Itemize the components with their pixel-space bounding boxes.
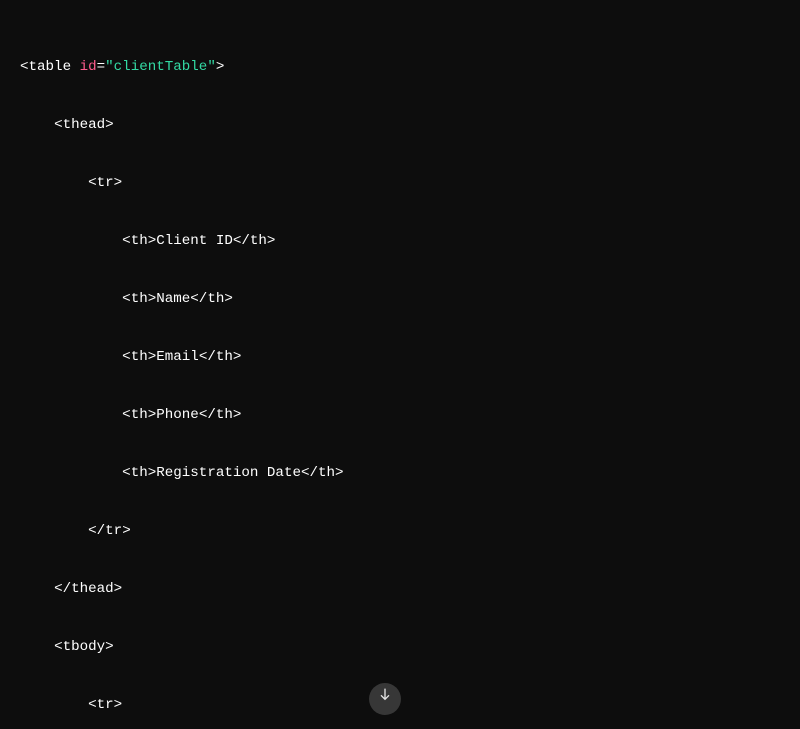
code-line: <thead> <box>20 111 780 140</box>
tag-th: th <box>131 233 148 249</box>
text-reg-date: Registration Date <box>156 465 301 481</box>
tag-thead: thead <box>63 117 106 133</box>
code-line: <th>Client ID</th> <box>20 227 780 256</box>
text-email: Email <box>156 349 199 365</box>
code-line: <th>Email</th> <box>20 343 780 372</box>
text-name: Name <box>156 291 190 307</box>
code-line: <th>Phone</th> <box>20 401 780 430</box>
code-line: <th>Name</th> <box>20 285 780 314</box>
scroll-down-button[interactable] <box>369 683 401 715</box>
code-line: </tr> <box>20 517 780 546</box>
attr-id: id <box>80 59 97 75</box>
text-client-id: Client ID <box>156 233 233 249</box>
arrow-down-icon <box>377 685 393 714</box>
code-line: <tbody> <box>20 633 780 662</box>
code-line: <tr> <box>20 169 780 198</box>
text-phone: Phone <box>156 407 199 423</box>
code-line: <th>Registration Date</th> <box>20 459 780 488</box>
tag-table: table <box>29 59 72 75</box>
val-clientTable: "clientTable" <box>105 59 216 75</box>
code-line: <table id="clientTable"> <box>20 53 780 82</box>
code-line: </thead> <box>20 575 780 604</box>
code-block[interactable]: <table id="clientTable"> <thead> <tr> <t… <box>0 0 800 729</box>
tag-tr: tr <box>97 175 114 191</box>
tag-tbody: tbody <box>63 639 106 655</box>
